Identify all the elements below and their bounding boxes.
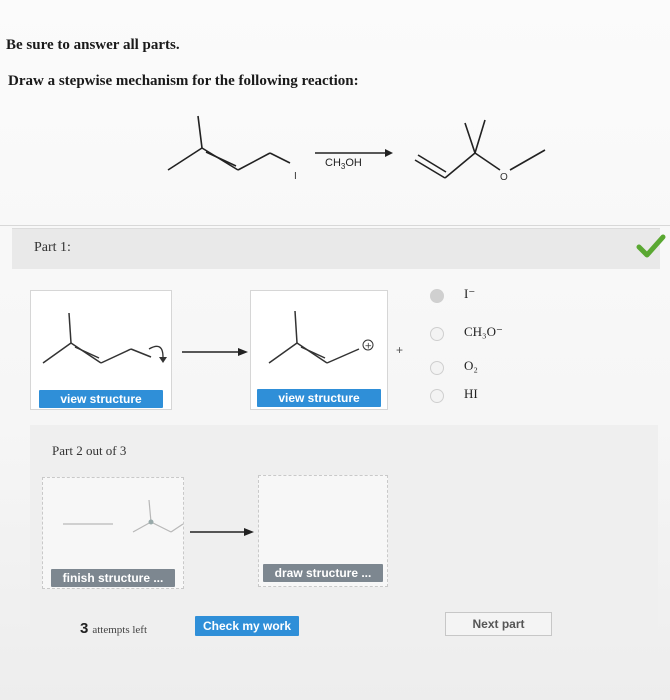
radio-button[interactable] [430,327,444,341]
attempts-count: 3 [80,620,89,637]
instruction-answer-all: Be sure to answer all parts. [6,37,180,53]
carbocation-charge: + [365,342,373,352]
part1-middle-structure: + [268,310,374,364]
part1-arrow [182,348,248,356]
part2-section: Part 2 out of 3 finish structure ... dra… [30,425,658,645]
view-structure-button-2[interactable]: view structure [257,389,381,407]
check-icon [636,234,666,258]
option-label: HI [464,386,478,401]
part2-left-structure [63,499,184,533]
reagent-label: CH3OH [325,157,362,171]
reaction-arrow [315,149,393,157]
leaving-group-label: I [294,171,297,182]
option-label: O₂ [464,358,478,373]
radio-button[interactable] [430,361,444,375]
next-part-button[interactable]: Next part [445,612,552,636]
divider [0,225,670,226]
attempts-left: 3 attempts left [80,620,147,637]
question-page: Be sure to answer all parts. Draw a step… [0,0,670,700]
part2-label: Part 2 out of 3 [52,443,127,458]
part2-arrow [190,528,254,536]
instruction-draw-mechanism: Draw a stepwise mechanism for the follow… [8,73,359,89]
oxygen-label: O [500,172,508,183]
part2-right-structure-panel[interactable]: draw structure ... [258,475,388,587]
reactant-structure [167,115,291,171]
part1-label: Part 1: [34,240,71,255]
check-my-work-button[interactable]: Check my work [195,616,299,636]
radio-button[interactable] [430,289,444,303]
part1-header: Part 1: [12,228,660,269]
part1-middle-structure-panel[interactable]: + view structure [250,290,388,410]
draw-structure-button[interactable]: draw structure ... [263,564,383,582]
part2-left-structure-panel[interactable]: finish structure ... [42,477,184,589]
option-label: I⁻ [464,286,476,301]
product-structure [414,119,546,179]
part1-left-structure-panel[interactable]: view structure [30,290,172,410]
plus-sign: + [396,343,404,357]
view-structure-button[interactable]: view structure [39,390,163,408]
attempts-text: attempts left [92,624,148,636]
reaction-scheme: I CH3OH O [167,115,546,183]
option-label: CH₃O⁻ [464,324,503,339]
part1-left-structure [42,312,167,364]
finish-structure-button[interactable]: finish structure ... [51,569,175,587]
radio-button[interactable] [430,389,444,403]
